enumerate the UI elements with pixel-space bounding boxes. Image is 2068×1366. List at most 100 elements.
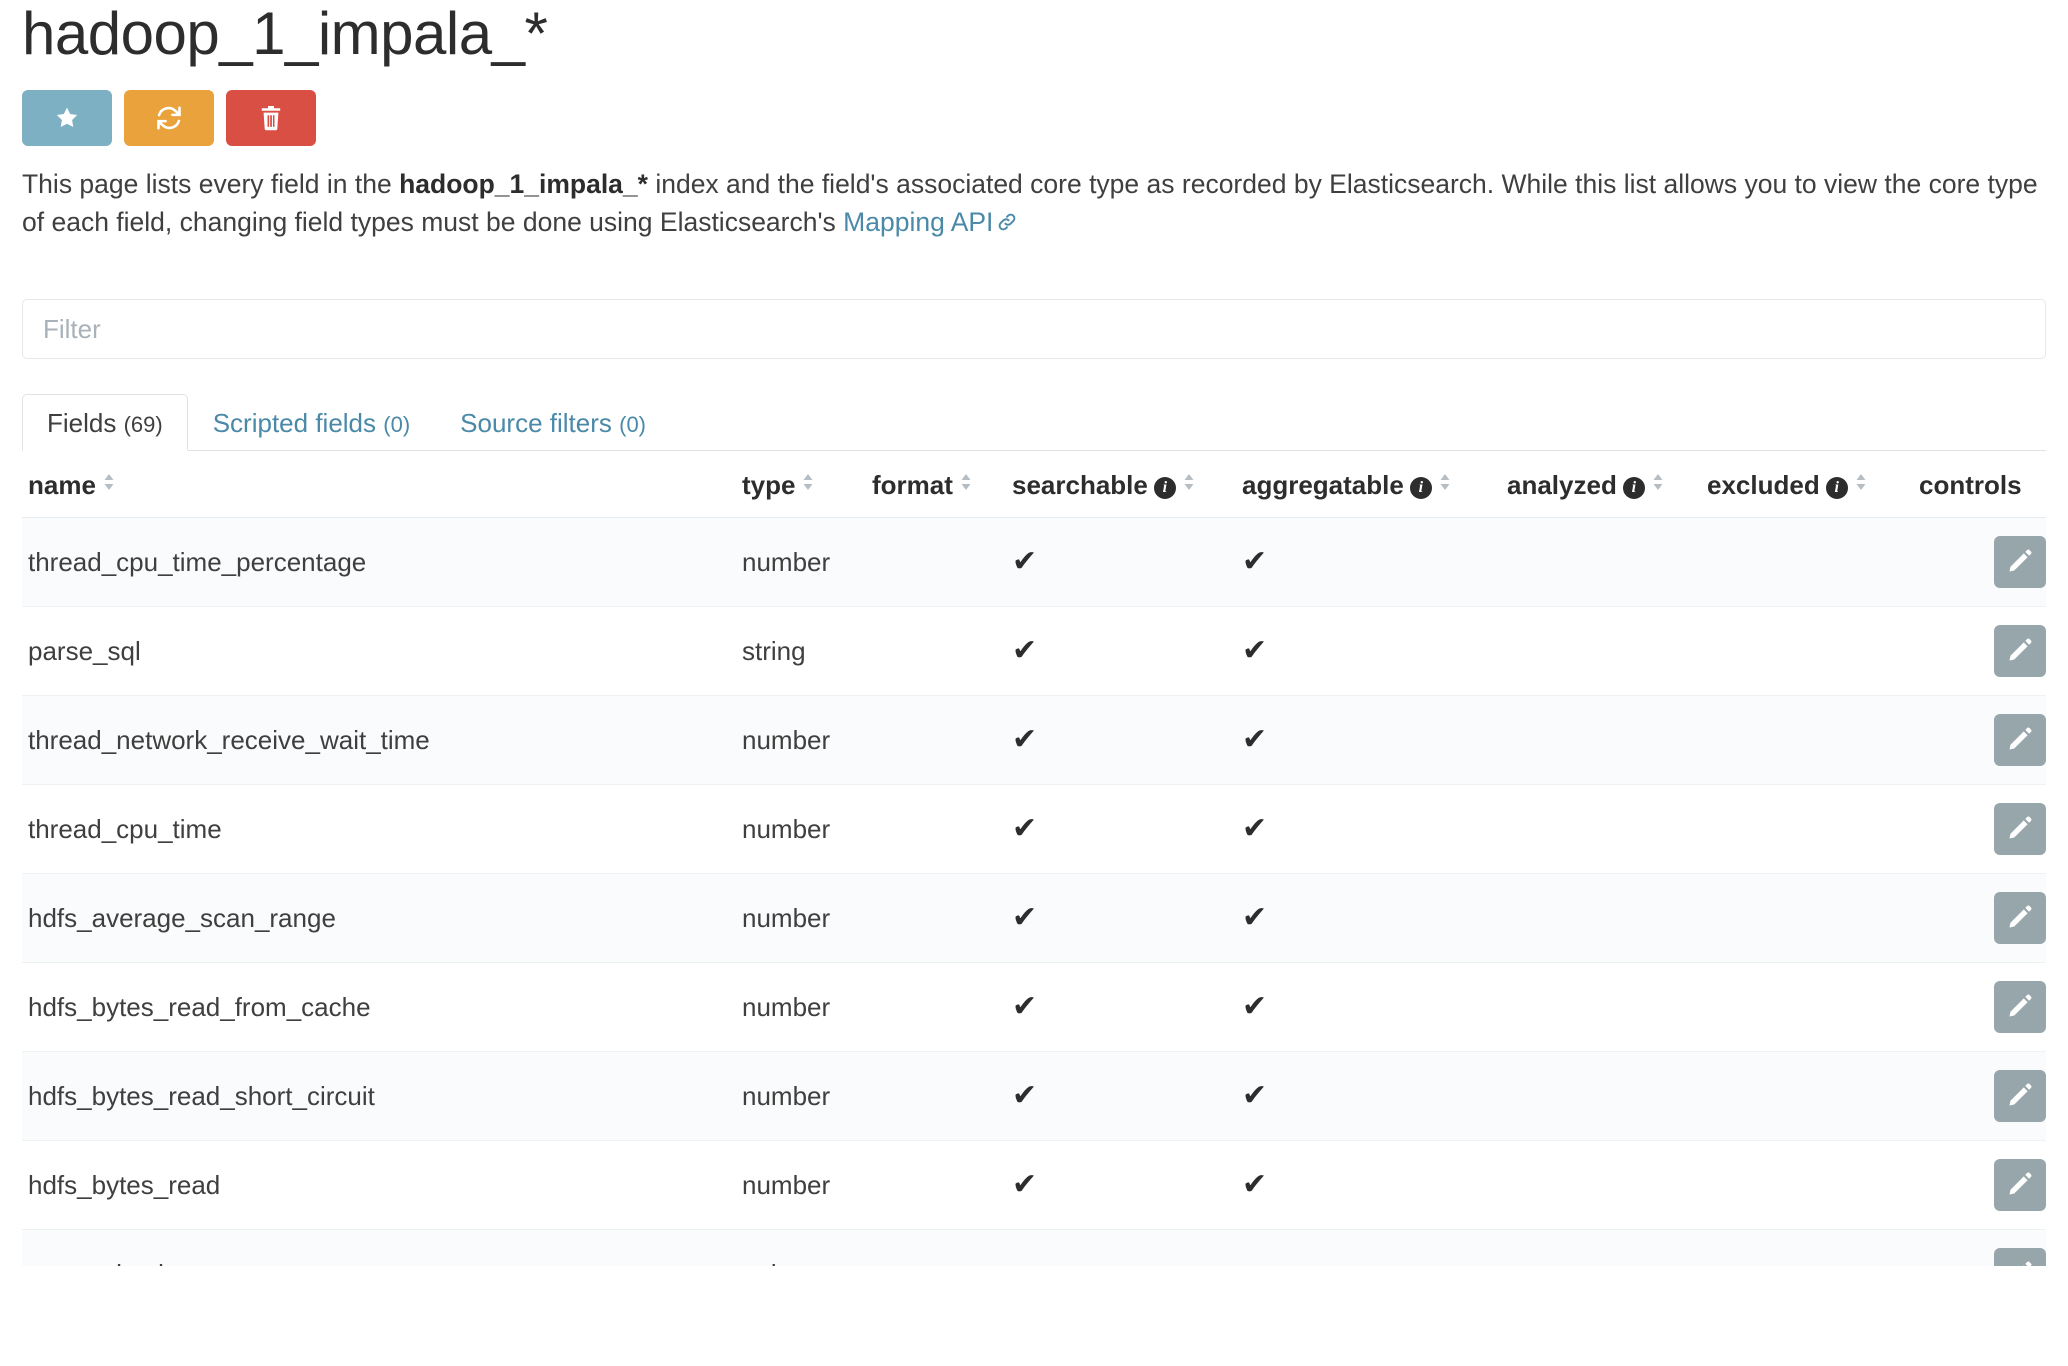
field-name-cell: parse_sql xyxy=(22,606,742,697)
field-excluded-cell xyxy=(1707,695,1919,786)
field-type-cell: string xyxy=(742,606,872,697)
pencil-icon xyxy=(2007,904,2033,933)
column-header-format[interactable]: format xyxy=(872,451,1012,519)
field-name-cell: parse_database xyxy=(22,1229,742,1267)
table-row: hdfs_bytes_read_from_cache number ✔ ✔ xyxy=(22,962,2046,1053)
field-searchable-cell: ✔ xyxy=(1012,1051,1242,1142)
edit-field-button[interactable] xyxy=(1994,1159,2046,1212)
field-type-cell: number xyxy=(742,1051,872,1142)
field-format-cell xyxy=(872,962,1012,1053)
info-icon[interactable]: i xyxy=(1409,477,1432,500)
edit-field-button[interactable] xyxy=(1994,892,2046,945)
pencil-icon xyxy=(2007,1260,2033,1267)
field-excluded-cell xyxy=(1707,1229,1919,1267)
column-header-excluded[interactable]: excluded i xyxy=(1707,451,1919,519)
field-format-cell xyxy=(872,1229,1012,1267)
delete-index-pattern-button[interactable] xyxy=(226,90,316,146)
field-type-cell: number xyxy=(742,695,872,786)
check-icon: ✔ xyxy=(1012,811,1038,845)
field-excluded-cell xyxy=(1707,873,1919,964)
field-aggregatable-cell: ✔ xyxy=(1242,606,1507,697)
edit-field-button[interactable] xyxy=(1994,1070,2046,1123)
page-title: hadoop_1_impala_* xyxy=(22,0,548,67)
check-icon: ✔ xyxy=(1242,900,1268,934)
field-tabs: Fields (69) Scripted fields (0) Source f… xyxy=(22,389,2046,452)
edit-field-button[interactable] xyxy=(1994,1248,2046,1267)
field-aggregatable-cell: ✔ xyxy=(1242,517,1507,608)
column-header-controls-label: controls xyxy=(1919,469,2022,500)
field-format-cell xyxy=(872,695,1012,786)
field-searchable-cell: ✔ xyxy=(1012,695,1242,786)
description-index-name: hadoop_1_impala_* xyxy=(399,169,648,199)
pencil-icon xyxy=(2007,815,2033,844)
fields-table-container: name type format searchable i aggregatabl… xyxy=(22,451,2046,1267)
column-header-aggregatable-label: aggregatable xyxy=(1242,470,1404,501)
edit-field-button[interactable] xyxy=(1994,981,2046,1034)
info-icon[interactable]: i xyxy=(1622,477,1645,500)
field-name-cell: hdfs_bytes_read_from_cache xyxy=(22,962,742,1053)
check-icon: ✔ xyxy=(1242,544,1268,578)
field-controls-cell xyxy=(1919,1229,2046,1267)
edit-field-button[interactable] xyxy=(1994,625,2046,678)
column-header-aggregatable[interactable]: aggregatable i xyxy=(1242,451,1507,519)
info-icon[interactable]: i xyxy=(1153,477,1176,500)
field-excluded-cell xyxy=(1707,784,1919,875)
check-icon: ✔ xyxy=(1242,722,1268,756)
column-header-analyzed[interactable]: analyzed i xyxy=(1507,451,1707,519)
pencil-icon xyxy=(2007,637,2033,666)
field-aggregatable-cell: ✔ xyxy=(1242,962,1507,1053)
field-controls-cell xyxy=(1919,1140,2046,1231)
table-row: hdfs_bytes_read_short_circuit number ✔ ✔ xyxy=(22,1051,2046,1142)
tab-scripted-fields-count: (0) xyxy=(383,412,411,438)
edit-field-button[interactable] xyxy=(1994,803,2046,856)
tab-source-filters-label: Source filters xyxy=(460,408,612,439)
column-header-controls: controls xyxy=(1919,451,2046,519)
refresh-fields-button[interactable] xyxy=(124,90,214,146)
info-icon[interactable]: i xyxy=(1825,477,1848,500)
table-row: thread_cpu_time_percentage number ✔ ✔ xyxy=(22,517,2046,608)
table-row: hdfs_average_scan_range number ✔ ✔ xyxy=(22,873,2046,964)
field-aggregatable-cell: ✔ xyxy=(1242,1140,1507,1231)
field-controls-cell xyxy=(1919,784,2046,875)
field-controls-cell xyxy=(1919,962,2046,1053)
index-pattern-page: hadoop_1_impala_* This page lists every … xyxy=(0,0,2068,1366)
column-header-type[interactable]: type xyxy=(742,451,872,519)
trash-icon xyxy=(259,105,283,131)
edit-field-button[interactable] xyxy=(1994,714,2046,767)
tab-scripted-fields[interactable]: Scripted fields (0) xyxy=(188,394,435,451)
filter-input[interactable] xyxy=(22,299,2046,360)
field-searchable-cell: ✔ xyxy=(1012,606,1242,697)
check-icon: ✔ xyxy=(1242,633,1268,667)
field-controls-cell xyxy=(1919,517,2046,608)
field-analyzed-cell xyxy=(1507,606,1707,697)
column-header-searchable-label: searchable xyxy=(1012,470,1148,501)
set-default-index-button[interactable] xyxy=(22,90,112,146)
pencil-icon xyxy=(2007,548,2033,577)
field-name-cell: thread_cpu_time_percentage xyxy=(22,517,742,608)
tab-fields-count: (69) xyxy=(123,412,163,438)
pencil-icon xyxy=(2007,726,2033,755)
mapping-api-link[interactable]: Mapping API xyxy=(843,207,1018,237)
mapping-api-link-label: Mapping API xyxy=(843,206,994,237)
column-header-name-label: name xyxy=(28,470,96,501)
field-analyzed-cell xyxy=(1507,962,1707,1053)
field-type-cell: number xyxy=(742,784,872,875)
column-header-excluded-label: excluded xyxy=(1707,470,1820,501)
field-analyzed-cell xyxy=(1507,1051,1707,1142)
check-icon: ✔ xyxy=(1242,1078,1268,1112)
check-icon: ✔ xyxy=(1012,633,1038,667)
sort-arrows-icon xyxy=(801,469,815,500)
check-icon: ✔ xyxy=(1012,544,1038,578)
field-aggregatable-cell xyxy=(1242,1229,1507,1267)
column-header-name[interactable]: name xyxy=(22,451,742,519)
check-icon: ✔ xyxy=(1012,722,1038,756)
field-name-cell: hdfs_bytes_read xyxy=(22,1140,742,1231)
field-searchable-cell: ✔ xyxy=(1012,517,1242,608)
tab-source-filters[interactable]: Source filters (0) xyxy=(435,394,671,451)
column-header-searchable[interactable]: searchable i xyxy=(1012,451,1242,519)
edit-field-button[interactable] xyxy=(1994,536,2046,589)
field-type-cell: number xyxy=(742,962,872,1053)
tab-fields[interactable]: Fields (69) xyxy=(22,394,188,452)
index-pattern-action-bar xyxy=(22,90,2046,146)
field-excluded-cell xyxy=(1707,1140,1919,1231)
